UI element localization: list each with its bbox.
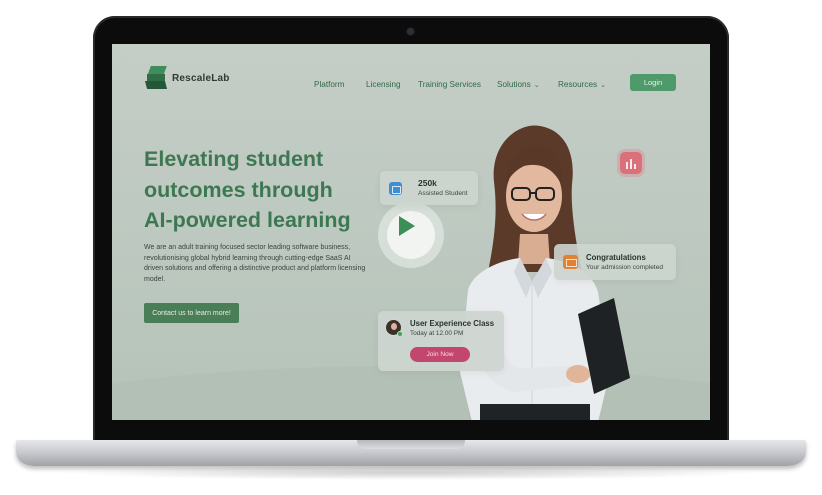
site-logo[interactable]: RescaleLab	[144, 66, 230, 90]
website-screen: RescaleLab Platform Licensing Training S…	[112, 44, 710, 420]
logo-text: RescaleLab	[172, 72, 230, 84]
webcam	[407, 28, 414, 35]
nav-item-label: Training Services	[418, 80, 481, 89]
nav-item-label: Resources	[558, 80, 598, 89]
hero-title-line: AI-powered learning	[144, 208, 351, 232]
play-icon	[399, 216, 415, 236]
nav-item-training-services[interactable]: Training Services	[418, 80, 481, 89]
nav-item-label: Solutions	[497, 80, 531, 89]
laptop-shadow	[60, 466, 760, 480]
assisted-label: Assisted Student	[418, 190, 468, 197]
mail-icon	[563, 255, 578, 269]
contact-cta-button[interactable]: Contact us to learn more!	[144, 303, 239, 323]
online-status-dot	[397, 331, 403, 337]
nav-item-licensing[interactable]: Licensing	[366, 80, 401, 89]
congrats-title: Congratulations	[586, 253, 646, 262]
logo-cube-icon	[144, 66, 168, 90]
congratulations-card: Congratulations Your admission completed	[554, 244, 676, 280]
login-button[interactable]: Login	[630, 74, 676, 91]
hero-description: We are an adult training focused sector …	[144, 244, 366, 284]
congrats-subtitle: Your admission completed	[586, 264, 664, 271]
nav-item-label: Platform	[314, 80, 345, 89]
nav-item-resources[interactable]: Resources ⌄	[558, 80, 606, 89]
class-title: User Experience Class	[410, 319, 495, 328]
play-video-button[interactable]	[378, 202, 444, 268]
nav-item-label: Licensing	[366, 80, 401, 89]
chevron-down-icon: ⌄	[533, 82, 540, 89]
class-time: Today at 12.00 PM	[410, 330, 464, 337]
hero-title-line: outcomes through	[144, 177, 333, 202]
join-now-button[interactable]: Join Now	[410, 347, 470, 362]
assisted-count: 250k	[418, 178, 437, 188]
laptop-base-notch	[357, 440, 465, 449]
hero-title: Elevating student outcomes through AI-po…	[144, 144, 384, 236]
assisted-students-card: 250k Assisted Student	[380, 171, 478, 205]
class-card: User Experience Class Today at 12.00 PM …	[378, 311, 504, 371]
nav-item-platform[interactable]: Platform	[314, 80, 344, 89]
bar-chart-icon	[620, 152, 642, 174]
calendar-icon	[389, 182, 402, 195]
hero-title-line: Elevating student	[144, 147, 324, 171]
nav-item-solutions[interactable]: Solutions ⌄	[497, 80, 540, 89]
chevron-down-icon: ⌄	[600, 82, 607, 89]
